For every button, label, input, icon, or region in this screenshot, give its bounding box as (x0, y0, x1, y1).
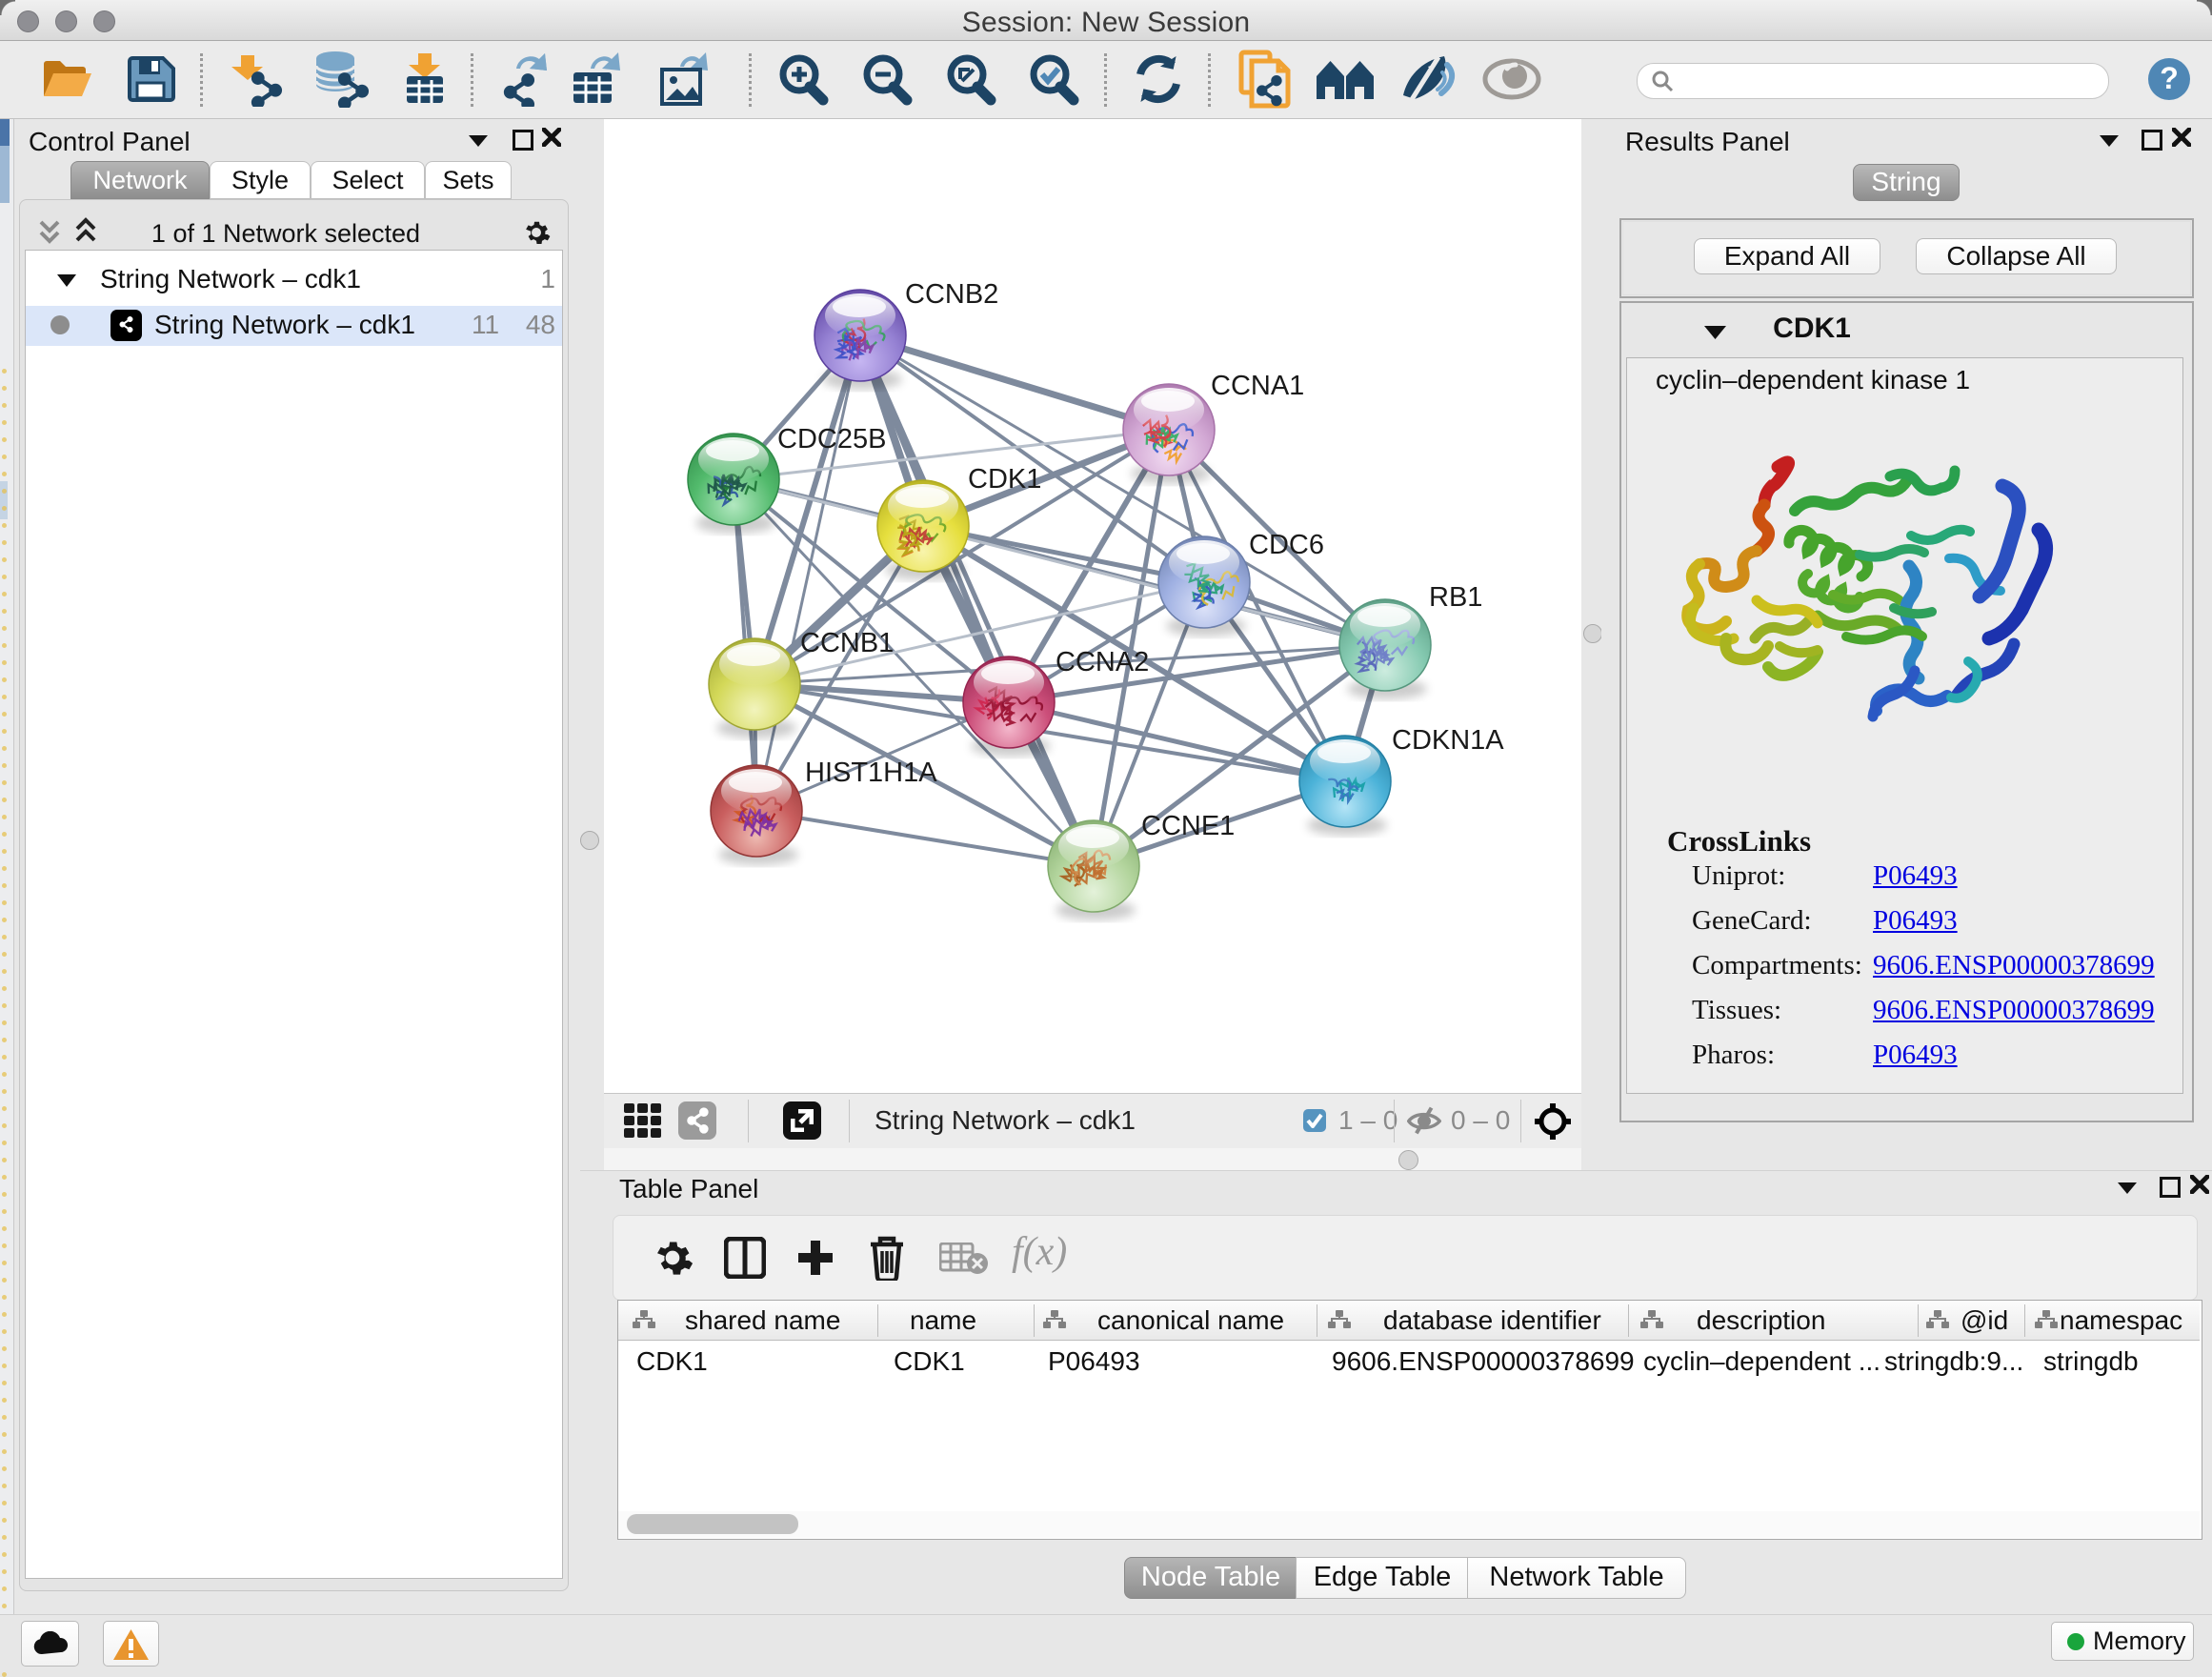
svg-text:RB1: RB1 (1429, 582, 1482, 613)
svg-text:CCNE1: CCNE1 (1141, 811, 1235, 841)
svg-text:?: ? (2160, 61, 2179, 95)
svg-text:CCNB1: CCNB1 (800, 628, 894, 658)
svg-text:CDC6: CDC6 (1249, 530, 1324, 560)
svg-text:CCNA2: CCNA2 (1056, 647, 1149, 677)
svg-text:CCNB2: CCNB2 (905, 279, 998, 310)
svg-text:CDC25B: CDC25B (777, 424, 886, 455)
svg-text:CDKN1A: CDKN1A (1392, 725, 1504, 756)
svg-text:CCNA1: CCNA1 (1211, 371, 1304, 401)
svg-text:HIST1H1A: HIST1H1A (805, 758, 937, 788)
svg-text:CDK1: CDK1 (968, 464, 1041, 495)
